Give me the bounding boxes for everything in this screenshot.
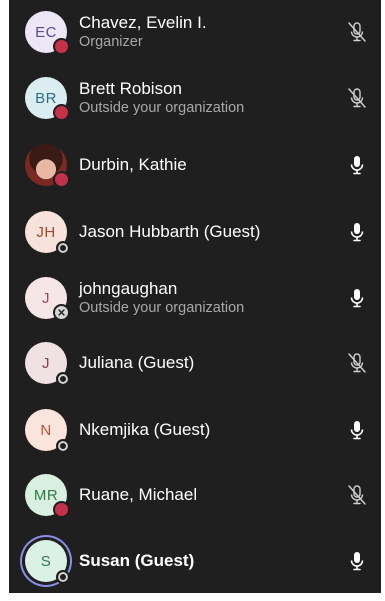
participant-name: Brett Robison — [79, 79, 182, 98]
participant-name: Ruane, Michael — [79, 485, 198, 504]
participant-info: Nkemjika (Guest) — [79, 398, 329, 462]
participant-name: Jason Hubbarth (Guest) — [79, 222, 261, 241]
presence-status-offline — [56, 372, 70, 386]
participant-info: Ruane, Michael — [79, 463, 329, 527]
participant-subtitle: Outside your organization — [79, 300, 245, 316]
microphone-muted-icon[interactable] — [345, 351, 369, 375]
avatar: S — [25, 540, 70, 584]
participant-row[interactable]: MR Ruane, Michael — [9, 463, 381, 527]
microphone-icon[interactable] — [345, 153, 369, 177]
microphone-muted-icon[interactable] — [345, 20, 369, 44]
microphone-icon[interactable] — [345, 286, 369, 310]
participant-info: Juliana (Guest) — [79, 331, 329, 395]
microphone-muted-icon[interactable] — [345, 86, 369, 110]
avatar: J — [25, 342, 70, 386]
avatar: EC — [25, 11, 70, 55]
participant-info: Chavez, Evelin I. Organizer — [79, 0, 329, 64]
participants-panel: EC Chavez, Evelin I. Organizer BR Brett Robi… — [9, 0, 381, 593]
presence-status-busy — [53, 171, 70, 188]
avatar: BR — [25, 77, 70, 121]
presence-status-offline — [56, 439, 70, 453]
microphone-muted-icon[interactable] — [345, 483, 369, 507]
participant-row[interactable]: N Nkemjika (Guest) — [9, 398, 381, 462]
participant-name: Susan (Guest) — [79, 551, 195, 570]
presence-status-busy — [53, 501, 70, 518]
avatar: N — [25, 409, 70, 453]
participant-subtitle: Organizer — [79, 34, 143, 50]
participant-row[interactable]: S Susan (Guest) — [9, 529, 381, 593]
participant-info: johngaughan Outside your organization — [79, 266, 329, 330]
presence-status-busy — [53, 104, 70, 121]
participant-row[interactable]: EC Chavez, Evelin I. Organizer — [9, 0, 381, 64]
participant-row[interactable]: BR Brett Robison Outside your organization — [9, 66, 381, 130]
presence-status-offline — [56, 241, 70, 255]
participant-name: Durbin, Kathie — [79, 155, 187, 174]
avatar: JH — [25, 211, 70, 255]
avatar: MR — [25, 474, 70, 518]
participant-info: Durbin, Kathie — [79, 133, 329, 197]
participant-name: Juliana (Guest) — [79, 353, 195, 372]
participant-name: johngaughan — [79, 279, 178, 298]
participant-info: Brett Robison Outside your organization — [79, 66, 329, 130]
participant-info: Jason Hubbarth (Guest) — [79, 200, 329, 264]
participant-name: Chavez, Evelin I. — [79, 13, 207, 32]
avatar: J — [25, 277, 70, 321]
presence-status-busy — [53, 38, 70, 55]
presence-status-offline — [56, 570, 70, 584]
participant-name: Nkemjika (Guest) — [79, 420, 211, 439]
participant-row[interactable]: Durbin, Kathie — [9, 133, 381, 197]
avatar — [25, 144, 70, 188]
microphone-icon[interactable] — [345, 549, 369, 573]
participant-row[interactable]: JH Jason Hubbarth (Guest) — [9, 200, 381, 264]
participant-row[interactable]: J Juliana (Guest) — [9, 331, 381, 395]
x-icon — [58, 309, 65, 316]
microphone-icon[interactable] — [345, 220, 369, 244]
participant-info: Susan (Guest) — [79, 529, 329, 593]
microphone-icon[interactable] — [345, 418, 369, 442]
presence-status-unknown — [53, 304, 70, 321]
participant-subtitle: Outside your organization — [79, 100, 245, 116]
participant-row[interactable]: Jjohngaughan Outside your organization — [9, 266, 381, 330]
